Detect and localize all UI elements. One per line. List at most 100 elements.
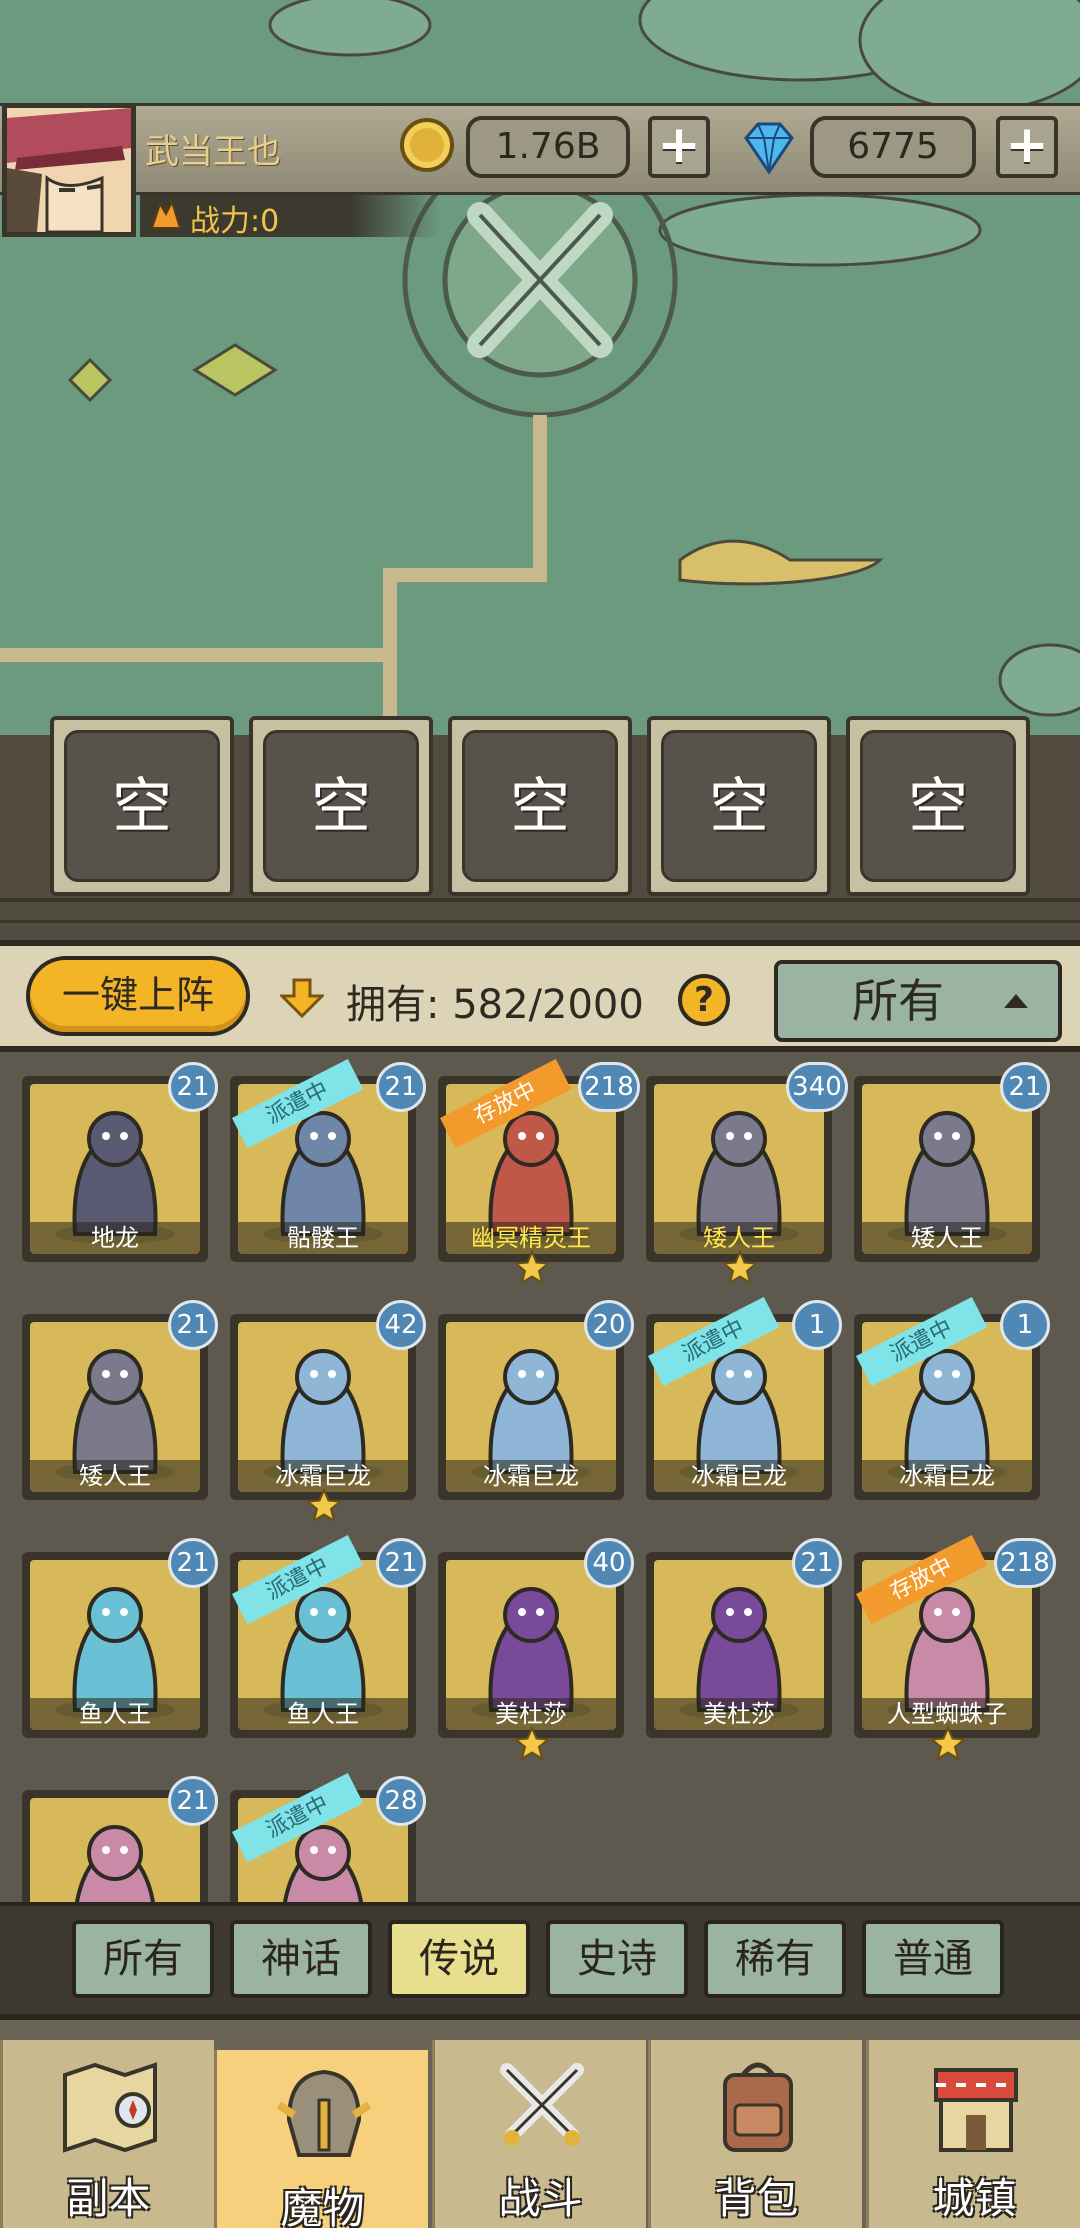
level-badge: 21 xyxy=(168,1062,218,1112)
monster-name: 鱼人王 xyxy=(30,1698,200,1730)
player-avatar[interactable] xyxy=(2,103,136,237)
shop-icon xyxy=(934,2068,1018,2152)
team-slot-5[interactable]: 空 xyxy=(846,716,1030,896)
monster-card[interactable]: 美杜莎 21 xyxy=(646,1538,842,1740)
rarity-tab-all[interactable]: 所有 xyxy=(72,1920,214,1998)
crossed-swords-icon xyxy=(500,2063,584,2146)
slot-empty-label: 空 xyxy=(462,730,618,882)
auto-deploy-button[interactable]: 一键上阵 xyxy=(26,956,250,1036)
nav-label: 副本 xyxy=(66,2174,151,2223)
monster-name: 冰霜巨龙 xyxy=(446,1460,616,1492)
helmet-icon xyxy=(276,2069,372,2157)
shelf-divider xyxy=(0,920,1080,923)
nav-town[interactable]: 城镇 xyxy=(866,2040,1080,2228)
monster-card[interactable]: 矮人王 21 xyxy=(854,1062,1050,1264)
monster-card[interactable]: 冰霜巨龙 1 派遣中 xyxy=(854,1296,1050,1502)
player-name: 武当王也 xyxy=(145,132,281,172)
monster-card[interactable]: 21 xyxy=(22,1776,218,1902)
owned-count: 582/2000 xyxy=(452,982,644,1028)
power-bar xyxy=(140,195,440,237)
nav-label: 城镇 xyxy=(932,2174,1017,2223)
nav-monsters[interactable]: 魔物 xyxy=(214,2050,428,2228)
monster-card[interactable]: 地龙 21 xyxy=(22,1062,218,1264)
sort-selected-value: 所有 xyxy=(852,974,944,1028)
slot-empty-label: 空 xyxy=(860,730,1016,882)
slot-empty-label: 空 xyxy=(64,730,220,882)
level-badge: 21 xyxy=(168,1776,218,1826)
gold-amount: 1.76B xyxy=(466,116,630,178)
nav-label: 背包 xyxy=(714,2174,799,2223)
monster-card[interactable]: 美杜莎 40 xyxy=(438,1538,634,1760)
monster-grid[interactable]: 地龙 21 骷髅王 21 派遣中 幽冥精灵王 218 存放中 矮人王 340 矮人王 21 矮人王 21 冰… xyxy=(0,1058,1080,1902)
monster-name: 鱼人王 xyxy=(238,1698,408,1730)
monster-card[interactable]: 鱼人王 21 派遣中 xyxy=(230,1534,426,1740)
level-badge: 21 xyxy=(792,1538,842,1588)
monster-card[interactable]: 28 派遣中 xyxy=(230,1772,426,1902)
monster-card[interactable]: 矮人王 21 xyxy=(22,1300,218,1502)
star-icon xyxy=(930,1726,966,1760)
help-icon[interactable]: ? xyxy=(678,974,730,1026)
level-badge: 340 xyxy=(786,1062,848,1112)
monster-card[interactable]: 冰霜巨龙 1 派遣中 xyxy=(646,1296,842,1502)
level-badge: 21 xyxy=(168,1300,218,1350)
level-badge: 218 xyxy=(994,1538,1056,1588)
slot-empty-label: 空 xyxy=(263,730,419,882)
power-value: 战力:0 xyxy=(190,204,280,239)
arrow-down-icon[interactable] xyxy=(280,978,324,1018)
nav-label: 战斗 xyxy=(498,2174,583,2223)
level-badge: 42 xyxy=(376,1300,426,1350)
power-icon xyxy=(150,200,182,229)
slot-empty-label: 空 xyxy=(661,730,817,882)
nav-dungeon[interactable]: 副本 xyxy=(0,2040,214,2228)
monster-card[interactable]: 矮人王 340 xyxy=(646,1062,848,1284)
monster-card[interactable]: 人型蜘蛛子 218 存放中 xyxy=(854,1534,1056,1760)
monster-name: 骷髅王 xyxy=(238,1222,408,1254)
monster-name: 矮人王 xyxy=(30,1460,200,1492)
level-badge: 218 xyxy=(578,1062,640,1112)
star-icon xyxy=(514,1250,550,1284)
nav-backpack[interactable]: 背包 xyxy=(648,2040,862,2228)
level-badge: 1 xyxy=(1000,1300,1050,1350)
add-gems-button[interactable]: + xyxy=(996,116,1058,178)
diamond-icon xyxy=(744,122,794,175)
team-slot-4[interactable]: 空 xyxy=(647,716,831,896)
rarity-tab-rare[interactable]: 稀有 xyxy=(704,1920,846,1998)
star-icon xyxy=(722,1250,758,1284)
level-badge: 1 xyxy=(792,1300,842,1350)
add-gold-button[interactable]: + xyxy=(648,116,710,178)
gold-coin-icon xyxy=(400,118,454,172)
monster-name: 矮人王 xyxy=(862,1222,1032,1254)
team-slot-1[interactable]: 空 xyxy=(50,716,234,896)
level-badge: 40 xyxy=(584,1538,634,1588)
level-badge: 21 xyxy=(168,1538,218,1588)
monster-name: 美杜莎 xyxy=(654,1698,824,1730)
nav-battle[interactable]: 战斗 xyxy=(432,2040,646,2228)
shelf-divider xyxy=(0,898,1080,902)
nav-label: 魔物 xyxy=(280,2184,365,2228)
monster-card[interactable]: 冰霜巨龙 42 xyxy=(230,1300,426,1522)
owned-label-text: 拥有: xyxy=(346,982,440,1028)
rarity-tab-epic[interactable]: 史诗 xyxy=(546,1920,688,1998)
rarity-tab-mythic[interactable]: 神话 xyxy=(230,1920,372,1998)
monster-name: 冰霜巨龙 xyxy=(654,1460,824,1492)
monster-card[interactable]: 幽冥精灵王 218 存放中 xyxy=(438,1058,640,1284)
star-icon xyxy=(306,1488,342,1522)
monster-card[interactable]: 鱼人王 21 xyxy=(22,1538,218,1740)
rarity-tab-legendary[interactable]: 传说 xyxy=(388,1920,530,1998)
team-slot-3[interactable]: 空 xyxy=(448,716,632,896)
monster-name: 冰霜巨龙 xyxy=(862,1460,1032,1492)
rarity-tab-common[interactable]: 普通 xyxy=(862,1920,1004,1998)
monster-name: 地龙 xyxy=(30,1222,200,1254)
owned-count-label: 拥有: 582/2000 xyxy=(346,972,644,1030)
monster-card[interactable]: 骷髅王 21 派遣中 xyxy=(230,1058,426,1264)
map-scroll-icon xyxy=(63,2062,157,2153)
level-badge: 20 xyxy=(584,1300,634,1350)
level-badge: 28 xyxy=(376,1776,426,1826)
team-slot-2[interactable]: 空 xyxy=(249,716,433,896)
level-badge: 21 xyxy=(1000,1062,1050,1112)
monster-card[interactable]: 冰霜巨龙 20 xyxy=(438,1300,634,1502)
level-badge: 21 xyxy=(376,1538,426,1588)
backpack-icon xyxy=(723,2062,793,2152)
star-icon xyxy=(514,1726,550,1760)
sort-dropdown[interactable]: 所有 xyxy=(774,960,1062,1042)
